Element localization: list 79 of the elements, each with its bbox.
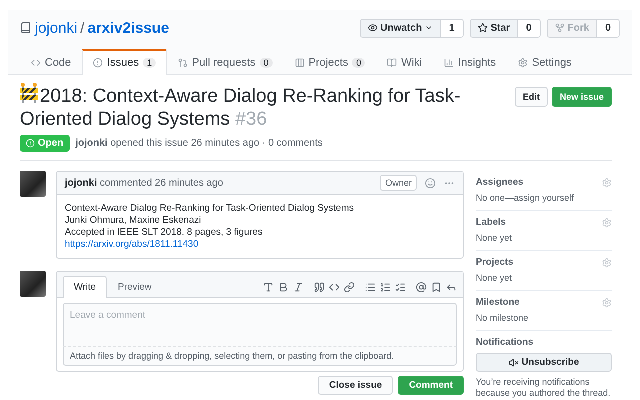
repo-owner-link[interactable]: jojonki: [35, 20, 78, 36]
comment-header-text: jojonki commented 26 minutes ago: [65, 178, 224, 188]
issue-title: 2018: Context-Aware Dialog Re-Ranking for Task-Oriented Dialog Systems #36: [20, 83, 490, 131]
tab-counter: 0: [260, 58, 273, 68]
construction-barrier-icon: [20, 83, 38, 103]
watch-button[interactable]: Unwatch: [360, 20, 442, 36]
sidebar-value: No milestone: [476, 313, 530, 323]
repo-name-link[interactable]: arxiv2issue: [88, 20, 170, 36]
issue-icon: [93, 58, 104, 68]
editor-tab[interactable]: Write: [63, 276, 107, 298]
comment-button[interactable]: Comment: [398, 376, 464, 395]
sidebar-heading[interactable]: Milestone: [476, 297, 520, 308]
issue-icon: [26, 139, 35, 148]
text-size-icon: [263, 282, 274, 293]
task-list-icon: [395, 282, 406, 293]
comment-text: Context-Aware Dialog Re-Ranking for Task-Oriented Dialog Systems: [65, 203, 355, 215]
pull-request-icon: [178, 58, 188, 68]
project-board-icon: [294, 58, 305, 68]
settings-icon: [602, 218, 612, 228]
tab-counter: 0: [352, 58, 366, 68]
repo-tab[interactable]: Wiki: [376, 49, 434, 75]
link-icon: [344, 282, 355, 293]
comment-input[interactable]: Leave a comment: [63, 303, 457, 347]
settings-icon: [602, 298, 612, 308]
issue-meta: jojonki opened this issue 26 minutes ago · 0 comments: [76, 138, 323, 149]
mention-icon: [416, 282, 427, 293]
avatar: [20, 171, 46, 197]
add-reaction-icon: [425, 178, 436, 188]
repo-tab[interactable]: Projects 0: [284, 49, 376, 75]
star-count[interactable]: 0: [518, 20, 540, 36]
sidebar-value: No one—assign yourself: [476, 193, 576, 203]
close-issue-button[interactable]: Close issue: [318, 376, 394, 395]
settings-icon: [602, 258, 612, 268]
arxiv-link[interactable]: https://arxiv.org/abs/1811.11430: [65, 239, 199, 250]
sidebar-heading: Notifications: [476, 337, 535, 348]
fork-icon: [554, 23, 565, 33]
edit-button[interactable]: Edit: [514, 87, 548, 107]
bookmark-icon: [431, 282, 442, 293]
status-badge: Open: [20, 135, 70, 152]
notification-note: You’re receiving notifications because you authored the thread.: [476, 377, 612, 399]
eye-icon: [368, 23, 378, 33]
comment-text: Junki Ohmura, Maxine Eskenazi: [65, 215, 202, 227]
path-separator: /: [80, 20, 85, 36]
repo-tab[interactable]: Insights: [433, 49, 508, 75]
book-icon: [387, 58, 398, 68]
star-icon: [478, 23, 488, 33]
star-button[interactable]: Star: [470, 20, 518, 36]
bar-chart-icon: [444, 58, 454, 68]
sidebar-heading[interactable]: Projects: [476, 257, 514, 268]
numbered-list-icon: [380, 282, 391, 293]
owner-label: Owner: [380, 175, 417, 191]
tab-counter: 1: [143, 58, 156, 68]
sidebar-value: None yet: [476, 233, 514, 243]
repo-tab[interactable]: Pull requests 0: [167, 49, 284, 75]
italic-icon: [293, 282, 304, 293]
caret-icon: [425, 24, 434, 32]
repo-tab[interactable]: Settings: [507, 49, 583, 75]
code-icon: [31, 58, 41, 68]
repo-icon: [20, 22, 32, 34]
watch-count[interactable]: 1: [441, 20, 463, 36]
avatar: [20, 271, 46, 297]
bullet-list-icon: [365, 282, 376, 293]
unsubscribe-button[interactable]: Unsubscribe: [476, 353, 612, 372]
bold-icon: [278, 282, 289, 293]
code-icon: [329, 282, 340, 293]
editor-tab[interactable]: Preview: [107, 276, 163, 298]
comment-text: Accepted in IEEE SLT 2018. 8 pages, 3 figures: [65, 227, 264, 239]
repo-tab[interactable]: Code: [20, 49, 82, 75]
quote-icon: [314, 282, 325, 293]
sidebar-heading[interactable]: Assignees: [476, 177, 524, 188]
repo-tab[interactable]: Issues 1: [82, 49, 168, 75]
sidebar-value: None yet: [476, 273, 514, 283]
attach-files-hint[interactable]: Attach files by dragging & dropping, selecting them, or pasting from the clipboard.: [63, 347, 457, 366]
settings-icon: [602, 178, 612, 188]
new-issue-button[interactable]: New issue: [552, 87, 612, 107]
sidebar-heading[interactable]: Labels: [476, 217, 506, 228]
mute-icon: [508, 358, 519, 368]
reply-icon: [446, 282, 457, 293]
settings-icon: [518, 58, 528, 68]
